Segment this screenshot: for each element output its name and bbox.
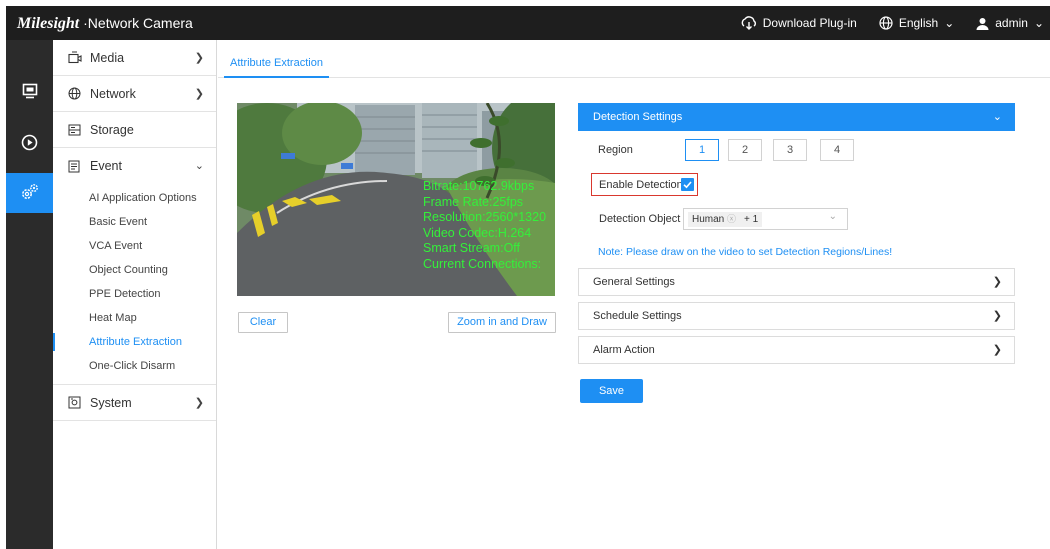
menu-item-system[interactable]: System ❯ xyxy=(53,385,216,421)
chevron-right-icon: ❯ xyxy=(194,397,204,409)
panel-title: General Settings xyxy=(593,276,675,288)
draw-note: Note: Please draw on the video to set De… xyxy=(598,246,893,258)
system-icon xyxy=(68,396,84,409)
object-tag-label: Human xyxy=(692,214,725,225)
download-icon xyxy=(741,16,757,30)
live-view-button[interactable] xyxy=(6,72,53,112)
globe-icon xyxy=(68,87,84,100)
chevron-right-icon: ❯ xyxy=(194,88,204,100)
menu-item-label: Storage xyxy=(90,122,134,137)
brand-title: Network Camera xyxy=(87,15,193,31)
user-menu[interactable]: admin ⌄ xyxy=(976,16,1044,30)
region-label: Region xyxy=(598,144,633,156)
enable-detection-checkbox[interactable] xyxy=(681,178,694,191)
chevron-right-icon: ❯ xyxy=(992,276,1002,288)
user-label: admin xyxy=(995,16,1028,30)
tab-bar: Attribute Extraction xyxy=(218,50,1050,78)
object-tag: Human ⓧ xyxy=(688,212,741,227)
region-button-3[interactable]: 3 xyxy=(773,139,807,161)
submenu-item-basic-event[interactable]: Basic Event xyxy=(53,210,216,234)
enable-detection-label: Enable Detection xyxy=(599,179,683,191)
menu-item-storage[interactable]: Storage xyxy=(53,112,216,148)
language-label: English xyxy=(898,16,939,30)
menu-item-label: System xyxy=(90,395,132,410)
tag-remove-icon[interactable]: ⓧ xyxy=(727,214,736,224)
chevron-down-icon: ⌄ xyxy=(194,160,204,172)
language-selector[interactable]: English ⌄ xyxy=(879,16,954,30)
detection-object-label: Detection Object xyxy=(599,213,681,225)
general-settings-header[interactable]: General Settings ❯ xyxy=(578,268,1015,296)
settings-button[interactable] xyxy=(6,173,53,213)
storage-icon xyxy=(68,124,84,136)
submenu-item-object-counting[interactable]: Object Counting xyxy=(53,258,216,282)
clear-button[interactable]: Clear xyxy=(238,312,288,333)
video-preview[interactable]: Bitrate:10762.9kbps Frame Rate:25fps Res… xyxy=(237,103,555,296)
download-plugin-link[interactable]: Download Plug-in xyxy=(741,16,857,30)
playback-button[interactable] xyxy=(6,124,53,164)
submenu-item-one-click-disarm[interactable]: One-Click Disarm xyxy=(53,354,216,378)
menu-item-network[interactable]: Network ❯ xyxy=(53,76,216,112)
object-more-tag: + 1 xyxy=(740,212,763,227)
settings-icon xyxy=(20,182,40,205)
detection-settings-header[interactable]: Detection Settings ⌄ xyxy=(578,103,1015,131)
submenu-item-attribute-extraction[interactable]: Attribute Extraction xyxy=(53,330,216,354)
alarm-action-header[interactable]: Alarm Action ❯ xyxy=(578,336,1015,364)
schedule-settings-header[interactable]: Schedule Settings ❯ xyxy=(578,302,1015,330)
live-view-icon xyxy=(22,83,38,102)
detection-object-select[interactable]: Human ⓧ + 1 ⌄ xyxy=(683,208,848,230)
user-icon xyxy=(976,17,989,30)
panel-title: Schedule Settings xyxy=(593,310,682,322)
osd-bitrate: Bitrate:10762.9kbps xyxy=(423,179,535,193)
osd-codec: Video Codec:H.264 xyxy=(423,225,532,240)
chevron-down-icon: ⌄ xyxy=(828,211,837,222)
video-osd-stats: Bitrate:10762.9kbps Frame Rate:25fps Res… xyxy=(423,179,546,272)
menu-item-label: Network xyxy=(90,86,136,101)
submenu-item-ai-options[interactable]: AI Application Options xyxy=(53,186,216,210)
chevron-down-icon: ⌄ xyxy=(992,111,1002,123)
osd-resolution: Resolution:2560*1320 xyxy=(423,210,547,224)
chevron-down-icon: ⌄ xyxy=(944,16,955,30)
panel-title: Detection Settings xyxy=(593,111,683,123)
settings-menu: Media ❯ Network ❯ Storage Event ⌄ AI App… xyxy=(53,40,217,549)
event-icon xyxy=(68,160,84,173)
playback-icon xyxy=(21,134,38,154)
region-button-4[interactable]: 4 xyxy=(820,139,854,161)
brand-logo: Milesight xyxy=(17,15,80,32)
camera-icon xyxy=(68,51,84,64)
submenu-item-vca-event[interactable]: VCA Event xyxy=(53,234,216,258)
menu-item-event[interactable]: Event ⌄ xyxy=(53,148,216,184)
chevron-right-icon: ❯ xyxy=(992,344,1002,356)
submenu-item-ppe-detection[interactable]: PPE Detection xyxy=(53,282,216,306)
menu-item-label: Event xyxy=(90,159,122,173)
submenu-item-heat-map[interactable]: Heat Map xyxy=(53,306,216,330)
menu-item-label: Media xyxy=(90,50,125,65)
osd-smart-stream: Smart Stream:Off xyxy=(423,241,521,255)
zoom-in-and-draw-button[interactable]: Zoom in and Draw xyxy=(448,312,556,333)
icon-rail xyxy=(6,40,53,549)
chevron-right-icon: ❯ xyxy=(194,52,204,64)
panel-title: Alarm Action xyxy=(593,344,655,356)
osd-connections: Current Connections: xyxy=(423,256,542,271)
osd-frame-rate: Frame Rate:25fps xyxy=(423,194,524,209)
chevron-down-icon: ⌄ xyxy=(1033,16,1044,30)
globe-icon xyxy=(879,16,893,30)
top-bar: Milesight ·Network Camera Download Plug-… xyxy=(6,6,1050,40)
menu-item-media[interactable]: Media ❯ xyxy=(53,40,216,76)
tab-attribute-extraction[interactable]: Attribute Extraction xyxy=(224,50,329,78)
checkmark-icon xyxy=(683,181,692,189)
region-button-1[interactable]: 1 xyxy=(685,139,719,161)
region-button-2[interactable]: 2 xyxy=(728,139,762,161)
download-plugin-label: Download Plug-in xyxy=(762,16,857,30)
brand: Milesight ·Network Camera xyxy=(17,15,193,33)
save-button[interactable]: Save xyxy=(580,379,643,403)
event-submenu: AI Application Options Basic Event VCA E… xyxy=(53,184,216,385)
chevron-right-icon: ❯ xyxy=(992,310,1002,322)
